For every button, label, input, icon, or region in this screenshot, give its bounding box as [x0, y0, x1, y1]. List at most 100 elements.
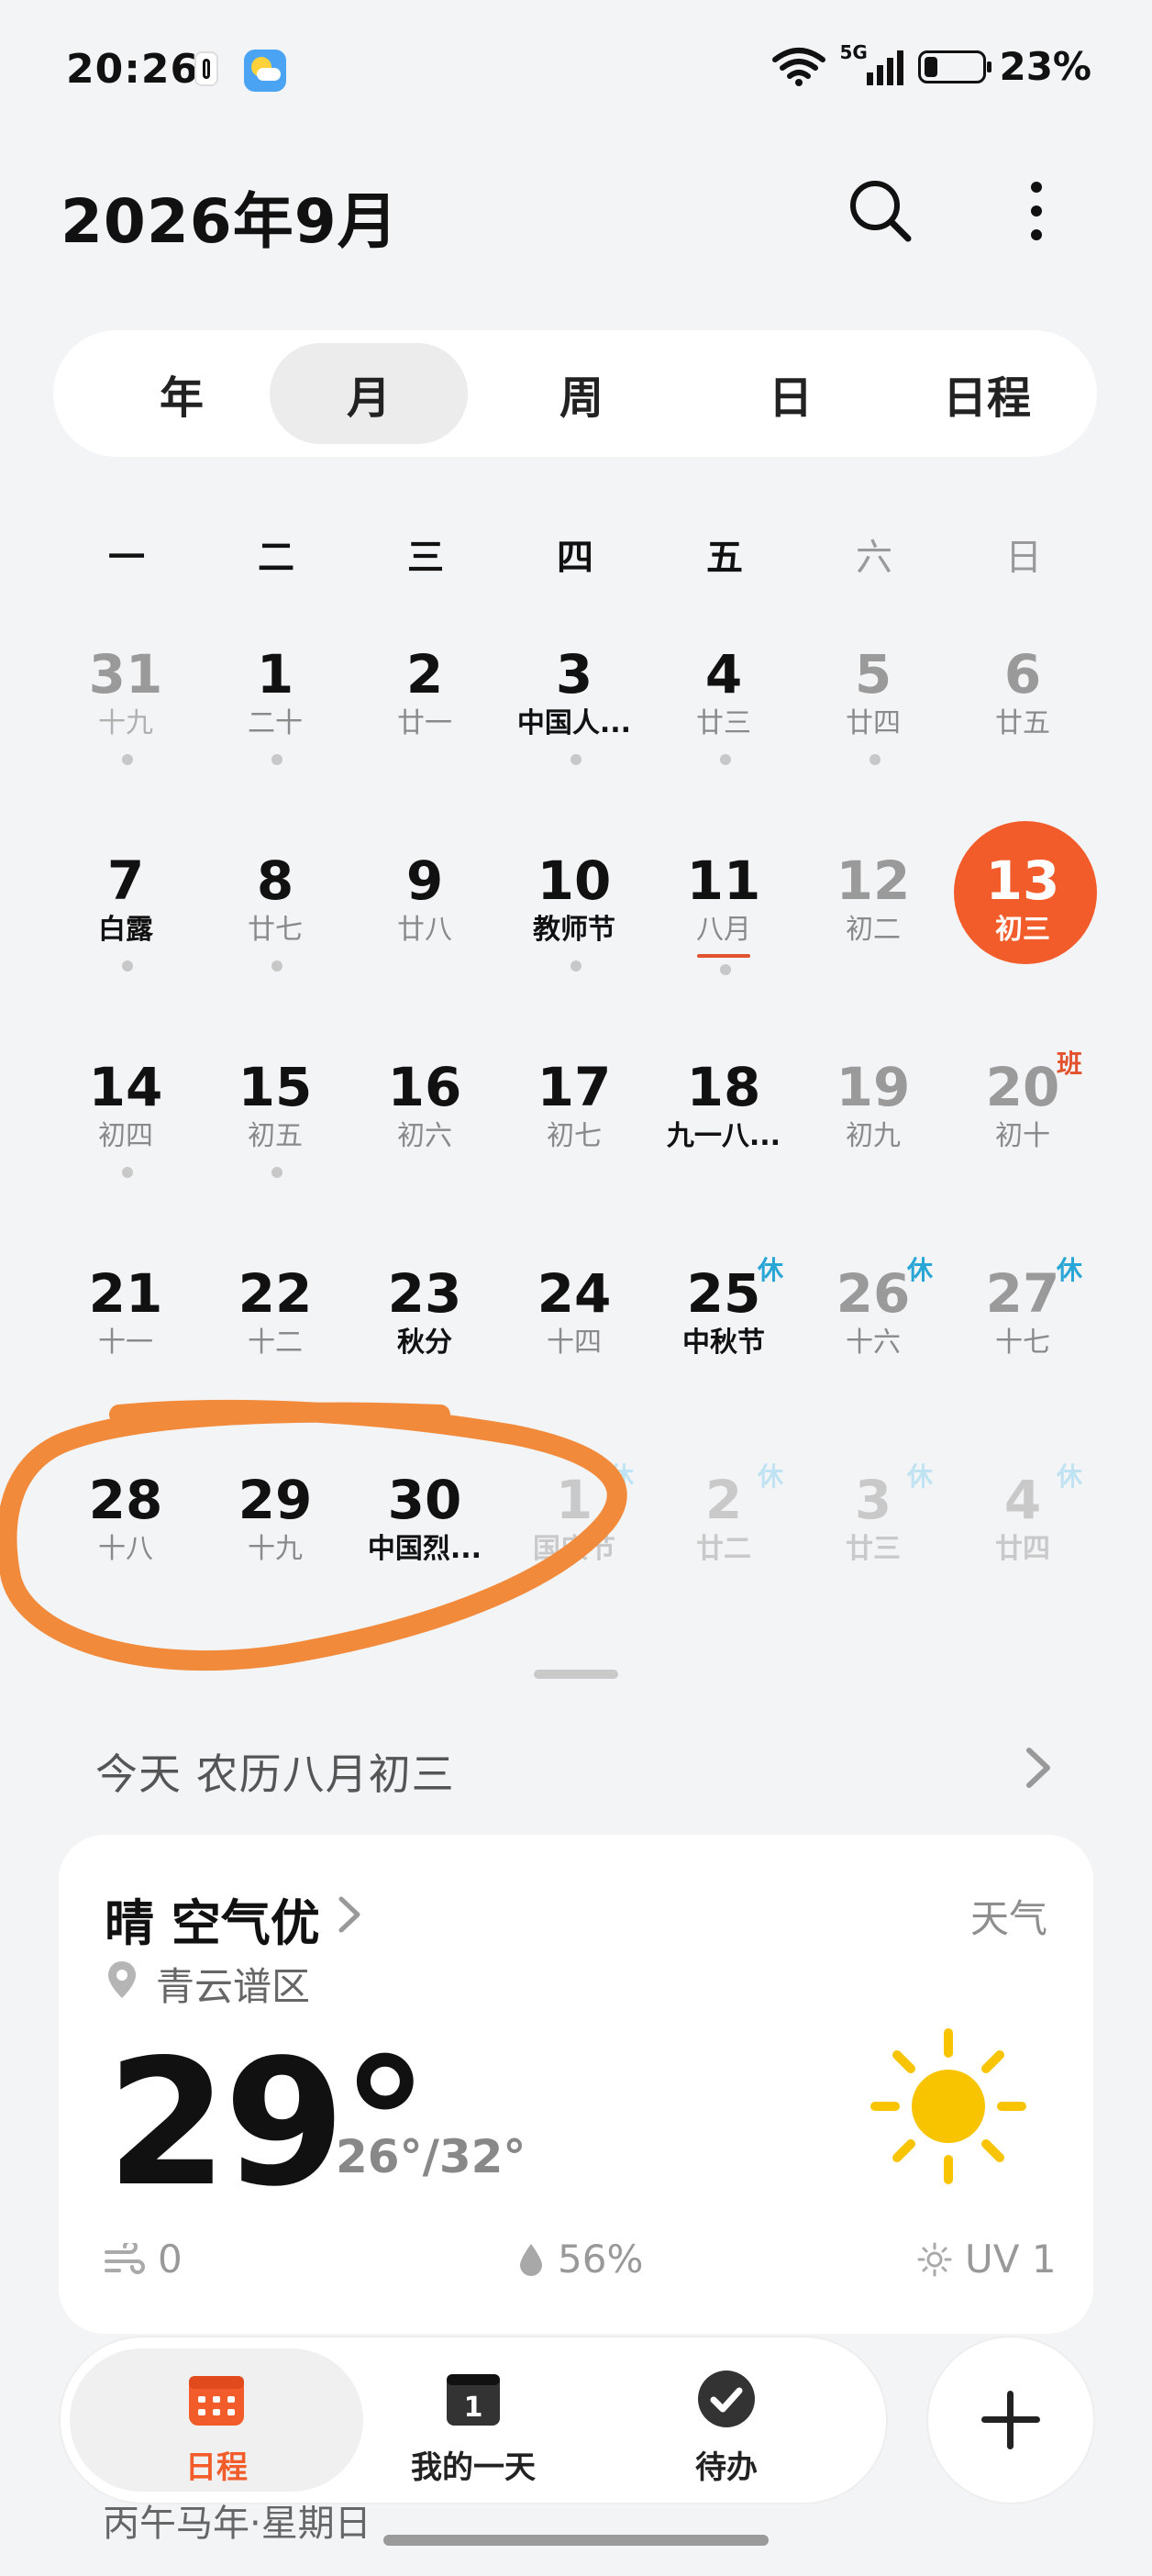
home-indicator[interactable]: [383, 2535, 769, 2546]
calendar-day[interactable]: 11 八月: [655, 849, 792, 1032]
add-event-button[interactable]: [928, 2337, 1093, 2503]
calendar-day[interactable]: 8 廿七: [206, 849, 344, 1032]
day-number: 17: [537, 1056, 612, 1118]
holiday-label: 九一八...: [666, 1120, 781, 1152]
lunar-date: 十四: [547, 1327, 602, 1359]
calendar-day-today[interactable]: 13 初三: [954, 849, 1091, 1032]
chevron-right-icon[interactable]: [1020, 1743, 1057, 1793]
tab-day-label: 日: [768, 372, 813, 424]
today-lunar-line[interactable]: 今天 农历八月初三: [95, 1741, 455, 1802]
notification-icon: [194, 51, 218, 86]
calendar-day[interactable]: 22 十二: [206, 1261, 344, 1445]
calendar-day[interactable]: 27 十七休: [954, 1255, 1091, 1445]
event-dot: [122, 754, 133, 765]
calendar-day[interactable]: 30 中国烈...: [356, 1468, 493, 1651]
lunar-date: 廿四: [995, 1533, 1050, 1565]
day-number: 21: [88, 1262, 163, 1325]
nav-item-my-day[interactable]: 1 我的一天: [363, 2369, 583, 2487]
calendar-day[interactable]: 1 二十: [206, 642, 344, 826]
holiday-label: 教师节: [533, 914, 615, 946]
day-number: 14: [88, 1056, 163, 1118]
calendar-day[interactable]: 4 廿四休: [954, 1461, 1091, 1651]
calendar-day[interactable]: 23 秋分: [356, 1261, 493, 1445]
location-pin-icon: [108, 1961, 136, 1998]
lunar-date: 廿五: [995, 707, 1050, 739]
calendar-day[interactable]: 15 初五: [206, 1055, 344, 1238]
tab-day[interactable]: 日: [699, 343, 882, 444]
lunar-date: 国庆节: [533, 1533, 615, 1565]
tab-week-label: 周: [559, 372, 604, 424]
calendar-day[interactable]: 2 廿二休: [655, 1461, 792, 1651]
calendar-day[interactable]: 21 十一: [57, 1261, 194, 1445]
calendar-day[interactable]: 14 初四: [57, 1055, 194, 1238]
holiday-label: 中国人...: [516, 707, 632, 739]
tab-month[interactable]: 月: [270, 343, 468, 444]
calendar-day[interactable]: 26 十六休: [804, 1255, 942, 1445]
calendar-day[interactable]: 6 廿五: [954, 642, 1091, 826]
calendar-day[interactable]: 7 白露: [57, 849, 194, 1032]
day-number: 11: [686, 849, 761, 912]
calendar-day[interactable]: 18 九一八...: [655, 1055, 792, 1238]
day-page-icon: 1: [447, 2374, 500, 2426]
holiday-badge: 休: [758, 1461, 784, 1492]
calendar-day[interactable]: 3 中国人...: [505, 642, 643, 826]
tab-week[interactable]: 周: [490, 343, 673, 444]
day-number: 19: [836, 1056, 911, 1118]
holiday-badge: 休: [1057, 1255, 1083, 1285]
more-options-icon[interactable]: [1000, 174, 1073, 248]
weekday-label: 二: [258, 537, 294, 579]
calendar-day[interactable]: 19 初九: [804, 1055, 942, 1238]
nav-item-todo[interactable]: 待办: [616, 2369, 836, 2487]
svg-text:1: 1: [464, 2392, 483, 2424]
day-number: 1: [256, 643, 294, 705]
lunar-date: 十七: [995, 1327, 1050, 1359]
day-number: 30: [387, 1469, 462, 1531]
calendar-day[interactable]: 9 廿八: [356, 849, 493, 1032]
nav-label-todo: 待办: [695, 2449, 758, 2486]
search-icon[interactable]: [844, 174, 917, 248]
nav-item-schedule[interactable]: 日程: [106, 2369, 327, 2487]
day-number: 15: [238, 1056, 313, 1118]
calendar-day[interactable]: 5 廿四: [804, 642, 942, 826]
view-switcher: 年 月 周 日 日程: [53, 330, 1097, 457]
calendar-day[interactable]: 20 初十班: [954, 1049, 1091, 1238]
lunar-date: 廿三: [696, 707, 751, 739]
lunar-date: 初二: [846, 914, 901, 946]
day-number: 31: [88, 643, 163, 705]
weather-card[interactable]: 晴 空气优 天气 青云谱区 29° 26°/32° 0 56% UV 1: [59, 1835, 1093, 2334]
tab-year[interactable]: 年: [90, 343, 273, 444]
calendar-day[interactable]: 3 廿三休: [804, 1461, 942, 1651]
calendar-day[interactable]: 28 十八: [57, 1468, 194, 1651]
lunar-date: 二十: [248, 707, 303, 739]
nav-label-schedule: 日程: [185, 2449, 248, 2486]
lunar-date: 初九: [846, 1120, 901, 1152]
lunar-date: 初五: [248, 1120, 303, 1152]
calendar-day[interactable]: 4 廿三: [655, 642, 792, 826]
day-number: 7: [106, 849, 145, 912]
drag-handle[interactable]: [534, 1670, 618, 1679]
lunar-date: 廿七: [248, 914, 303, 946]
calendar-day[interactable]: 2 廿一: [356, 642, 493, 826]
droplet-icon: [520, 2243, 542, 2276]
lunar-date: 初四: [98, 1120, 153, 1152]
event-dot: [271, 754, 282, 765]
calendar-day[interactable]: 31 十九: [57, 642, 194, 826]
calendar-day[interactable]: 1 国庆节休: [505, 1461, 643, 1651]
day-number: 23: [387, 1262, 462, 1325]
calendar-day[interactable]: 24 十四: [505, 1261, 643, 1445]
event-dot: [570, 960, 582, 972]
calendar-day[interactable]: 10 教师节: [505, 849, 643, 1032]
weather-app-link[interactable]: 天气: [970, 1888, 1047, 1944]
day-number: 22: [238, 1262, 313, 1325]
lunar-date: 初七: [547, 1120, 602, 1152]
day-number: 6: [1003, 643, 1042, 705]
weather-app-icon: [244, 50, 286, 92]
holiday-label: 中国烈...: [367, 1533, 482, 1565]
calendar-day[interactable]: 17 初七: [505, 1055, 643, 1238]
tab-schedule[interactable]: 日程: [895, 343, 1079, 444]
humidity-stat: 56%: [517, 2237, 643, 2282]
calendar-day[interactable]: 12 初二: [804, 849, 942, 1032]
calendar-day[interactable]: 16 初六: [356, 1055, 493, 1238]
calendar-day[interactable]: 25 中秋节休: [655, 1255, 792, 1445]
calendar-day[interactable]: 29 十九: [206, 1468, 344, 1651]
